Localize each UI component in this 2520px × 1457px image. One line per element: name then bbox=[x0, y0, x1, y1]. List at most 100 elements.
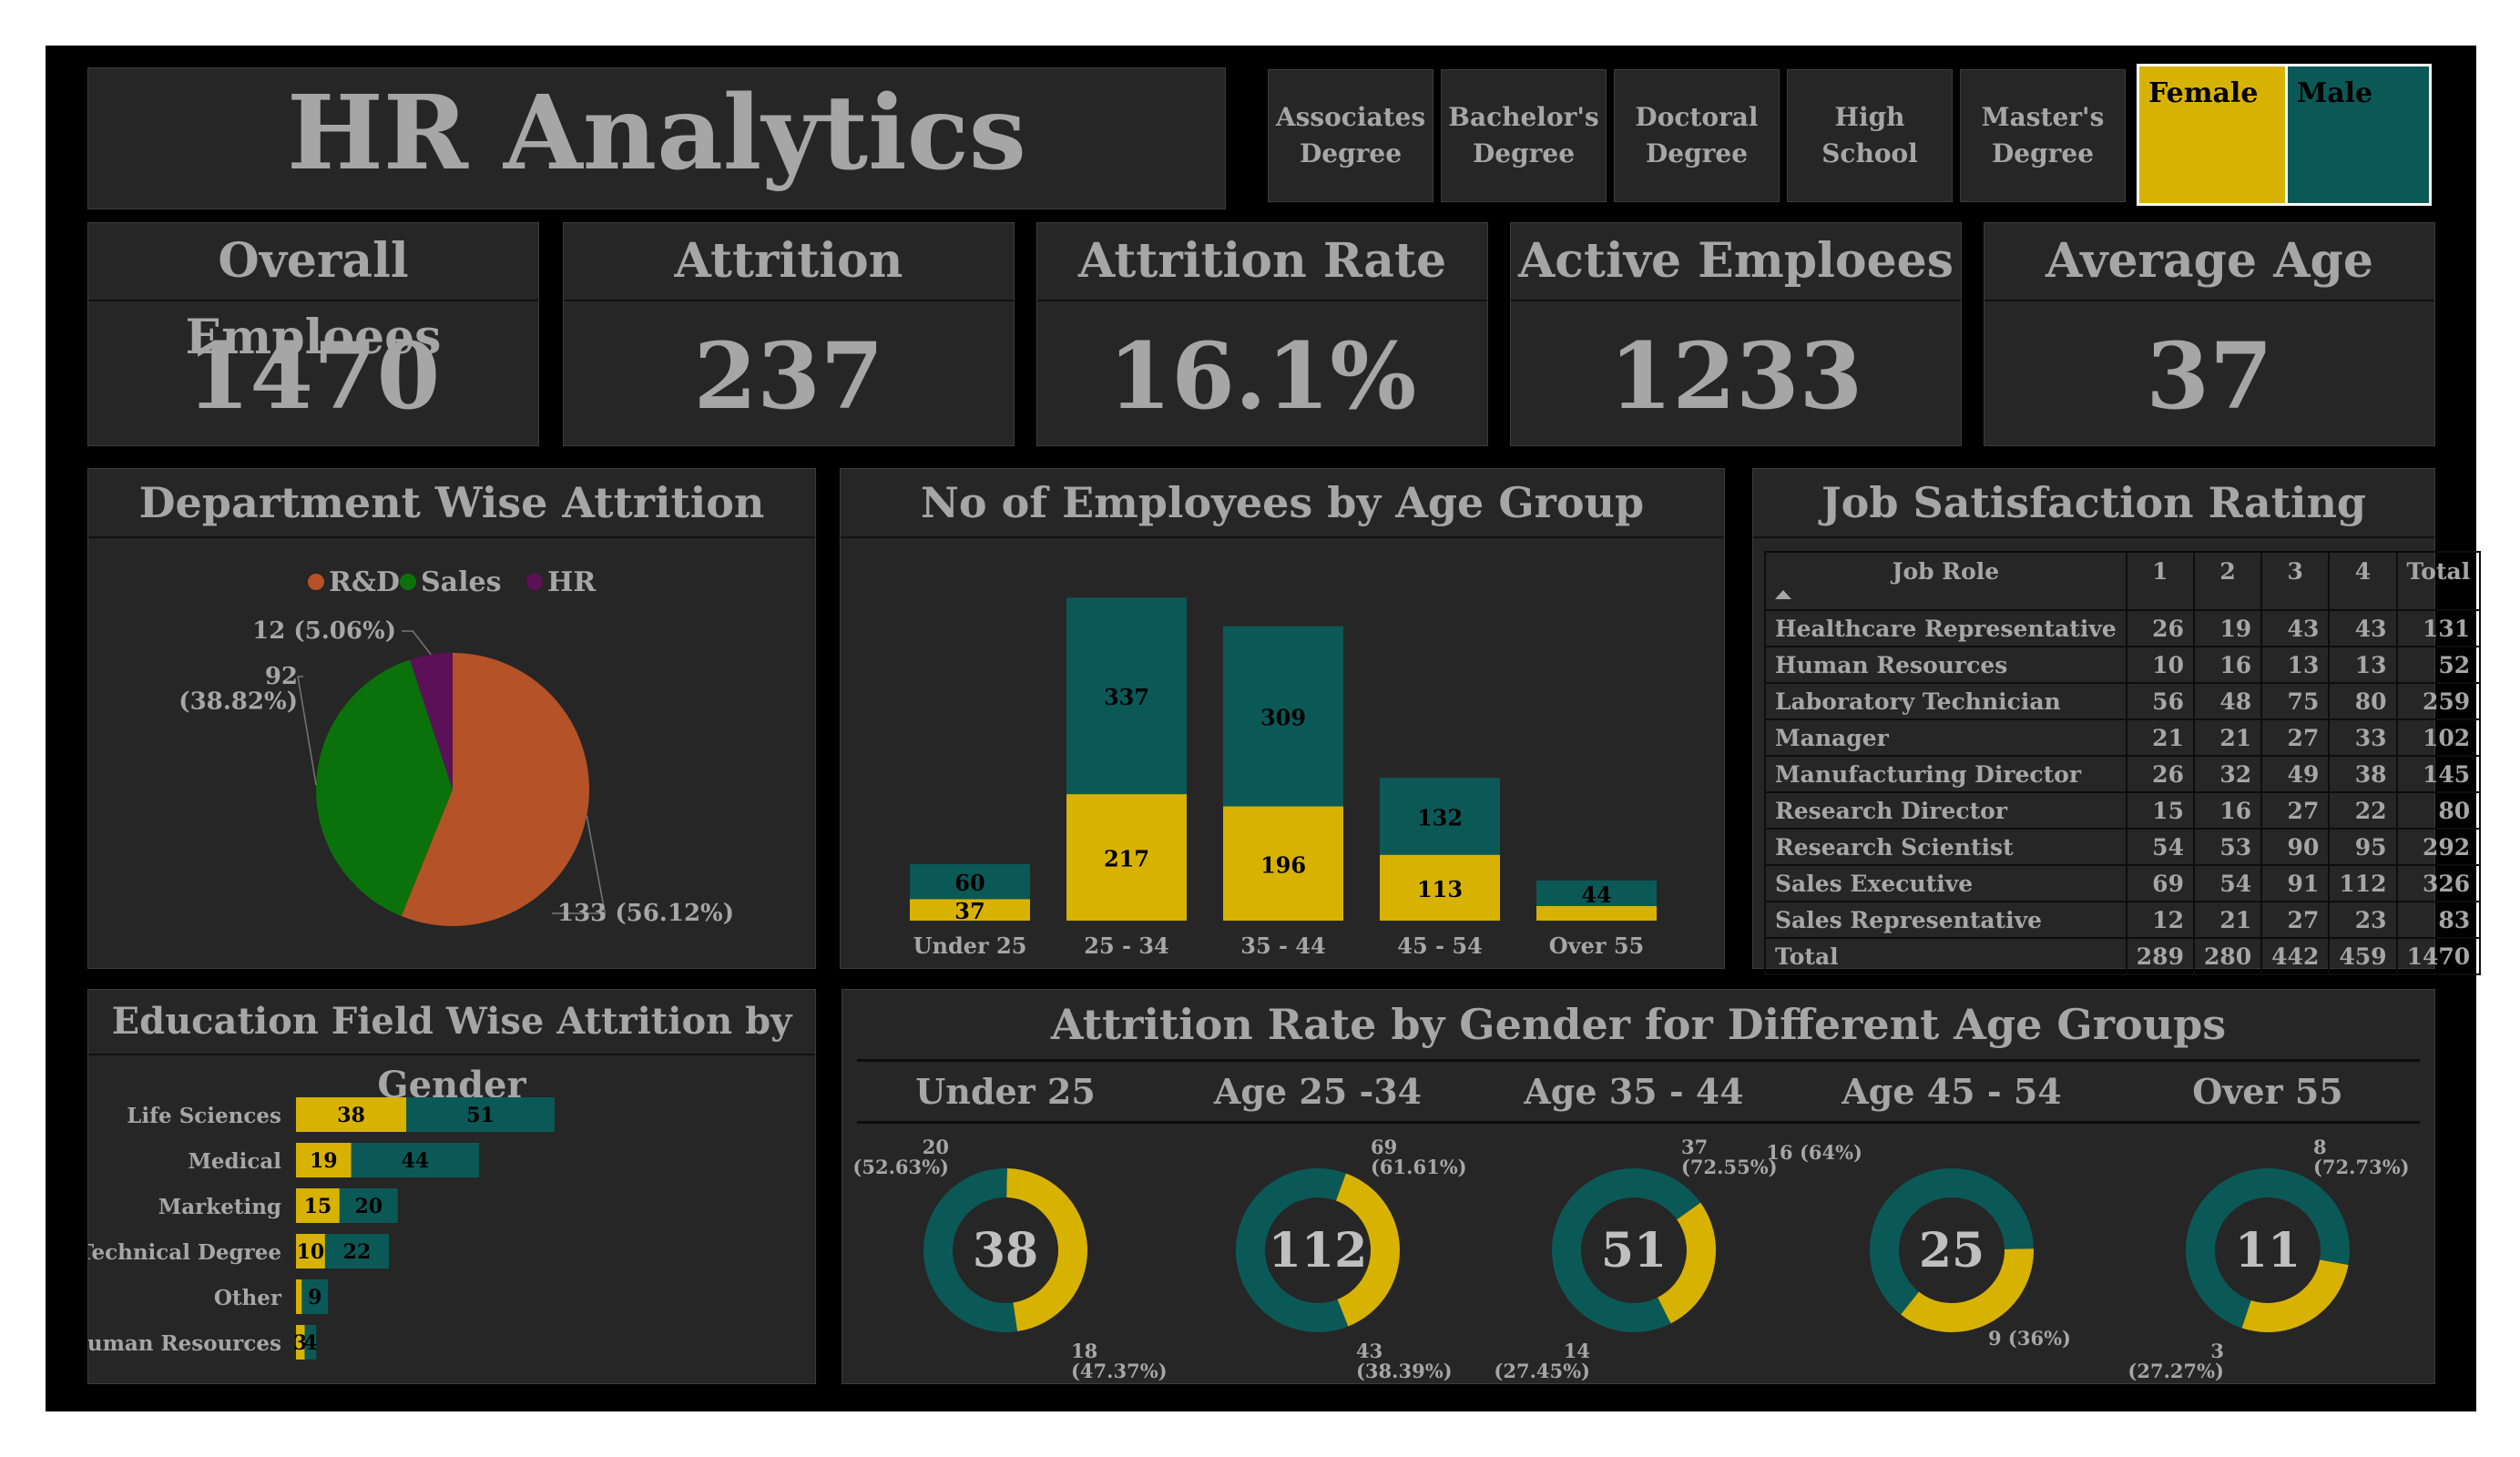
gender-male-button[interactable]: Male bbox=[2285, 66, 2429, 203]
bar-label: 60 bbox=[954, 870, 985, 896]
divider bbox=[857, 1059, 2420, 1062]
column-header[interactable]: 4 bbox=[2328, 551, 2398, 611]
row-label: Human Resources bbox=[1764, 646, 2127, 684]
gender-female-button[interactable]: Female bbox=[2139, 66, 2285, 203]
male-data-label: 16 (64%) bbox=[1766, 1141, 1862, 1164]
job-satisfaction-table: Job Role 1 2 3 4 Total Healthcare Representati… bbox=[1764, 551, 2482, 975]
slicer-masters[interactable]: Master's Degree bbox=[1960, 69, 2126, 202]
age-group-bar-chart[interactable]: 3760 Under 25 217 337 25 - 34 196 309 35 - 44 11… bbox=[841, 538, 1724, 966]
table-cell: 53 bbox=[2192, 828, 2263, 866]
table-row: Sales Representative 12 21 27 23 83 bbox=[1764, 901, 2482, 939]
sort-ascending-icon bbox=[1775, 590, 1791, 599]
gender-age-donut-charts[interactable]: 3820(52.63%)18(47.37%)11269(61.61%)43(38… bbox=[842, 1126, 2434, 1381]
donut-center-value: 25 bbox=[1919, 1223, 1984, 1279]
bar-label: 10 bbox=[297, 1240, 325, 1264]
data-label: (38.82%) bbox=[179, 688, 298, 715]
table-cell: 15 bbox=[2125, 791, 2195, 830]
table-cell: 292 bbox=[2395, 828, 2482, 866]
row-label: Total bbox=[1764, 937, 2127, 975]
row-label: Research Scientist bbox=[1764, 828, 2127, 866]
table-row: Human Resources 10 16 13 13 52 bbox=[1764, 646, 2482, 684]
row-label: Healthcare Representative bbox=[1764, 609, 2127, 647]
kpi-value: 237 bbox=[693, 322, 884, 430]
table-cell: 326 bbox=[2395, 864, 2482, 902]
table-cell: 131 bbox=[2395, 609, 2482, 647]
x-tick-label: 25 - 34 bbox=[1084, 932, 1168, 959]
table-cell: 12 bbox=[2125, 901, 2195, 939]
data-label: 92 bbox=[265, 663, 298, 690]
x-tick-label: Over 55 bbox=[1549, 932, 1645, 959]
table-row: Total 289 280 442 459 1470 bbox=[1764, 937, 2482, 975]
bar-label: 22 bbox=[343, 1240, 372, 1264]
column-header[interactable]: 1 bbox=[2125, 551, 2195, 611]
donut-center-value: 11 bbox=[2235, 1223, 2301, 1279]
donut-center-value: 112 bbox=[1269, 1223, 1368, 1279]
row-label: Sales Executive bbox=[1764, 864, 2127, 902]
table-cell: 21 bbox=[2192, 901, 2263, 939]
column-header[interactable]: Job Role bbox=[1764, 551, 2127, 611]
age-group-title: Age 35 - 44 bbox=[1524, 1071, 1744, 1112]
table-cell: 54 bbox=[2192, 864, 2263, 902]
bar-label: 196 bbox=[1260, 851, 1306, 878]
y-tick-label: Life Sciences bbox=[127, 1104, 281, 1128]
page-title: HR Analytics bbox=[287, 74, 1026, 193]
slicer-bachelors[interactable]: Bachelor's Degree bbox=[1441, 69, 1607, 202]
table-cell: 54 bbox=[2125, 828, 2195, 866]
bar-label: 4 bbox=[303, 1331, 317, 1355]
table-header-row: Job Role 1 2 3 4 Total bbox=[1764, 551, 2482, 611]
bar-label: 19 bbox=[310, 1149, 338, 1173]
row-label: Manager bbox=[1764, 718, 2127, 757]
slicer-doctoral[interactable]: Doctoral Degree bbox=[1614, 69, 1780, 202]
male-data-label: (72.55%) bbox=[1681, 1156, 1778, 1178]
bar-label: 217 bbox=[1104, 846, 1149, 872]
table-cell: 43 bbox=[2328, 609, 2398, 647]
dashboard-frame: HR Analytics Associates Degree Bachelor'… bbox=[46, 46, 2482, 1411]
bar-label: 15 bbox=[304, 1195, 332, 1218]
kpi-label: Active Emploees bbox=[1511, 223, 1961, 301]
y-tick-label: Marketing bbox=[158, 1195, 281, 1219]
panel-title: No of Employees by Age Group bbox=[841, 469, 1724, 538]
slicer-label: Master's Degree bbox=[1981, 102, 2105, 168]
table-cell: 56 bbox=[2125, 682, 2195, 720]
table-cell: 10 bbox=[2125, 646, 2195, 684]
table-cell: 22 bbox=[2328, 791, 2398, 830]
legend-label: Sales bbox=[421, 566, 501, 598]
bar-label: 51 bbox=[466, 1104, 495, 1127]
table-cell: 33 bbox=[2328, 718, 2398, 757]
table-cell: 280 bbox=[2192, 937, 2263, 975]
bar-label: 44 bbox=[401, 1149, 429, 1173]
table-cell: 91 bbox=[2260, 864, 2331, 902]
table-cell: 69 bbox=[2125, 864, 2195, 902]
table-cell: 27 bbox=[2260, 901, 2331, 939]
kpi-label: Attrition Rate bbox=[1037, 223, 1487, 301]
gender-slicer: Female Male bbox=[2137, 64, 2432, 206]
table-cell: 27 bbox=[2260, 791, 2331, 830]
kpi-value: 1470 bbox=[186, 322, 441, 430]
panel-title: Education Field Wise Attrition by Gender bbox=[88, 990, 815, 1106]
table-cell: 75 bbox=[2260, 682, 2331, 720]
table-row: Manufacturing Director 26 32 49 38 145 bbox=[1764, 755, 2482, 793]
panel-title: Department Wise Attrition bbox=[88, 469, 815, 538]
age-group-title: Age 25 -34 bbox=[1213, 1071, 1423, 1112]
bar-label: 9 bbox=[308, 1286, 321, 1309]
table-row: Laboratory Technician 56 48 75 80 259 bbox=[1764, 682, 2482, 720]
table-cell: 1470 bbox=[2395, 937, 2482, 975]
bar-label: 37 bbox=[954, 898, 985, 924]
column-header[interactable]: 2 bbox=[2192, 551, 2263, 611]
table-cell: 442 bbox=[2260, 937, 2331, 975]
column-header[interactable]: 3 bbox=[2260, 551, 2331, 611]
dept-pie-chart[interactable]: R&D Sales HR 133 (56.12%) 92(38.82%) 12 (5.06… bbox=[88, 538, 815, 966]
slicer-high-school[interactable]: High School bbox=[1787, 69, 1953, 202]
table-cell: 32 bbox=[2192, 755, 2263, 793]
table-cell: 16 bbox=[2192, 646, 2263, 684]
kpi-card-attrition-rate: Attrition Rate 16.1% bbox=[1036, 222, 1488, 446]
slicer-associates[interactable]: Associates Degree bbox=[1268, 69, 1433, 202]
row-label: Sales Representative bbox=[1764, 901, 2127, 939]
kpi-card-average-age: Average Age 37 bbox=[1984, 222, 2435, 446]
y-tick-label: Human Resources bbox=[88, 1331, 281, 1356]
age-group-panel: No of Employees by Age Group 37 60 Under 2… bbox=[840, 468, 1725, 969]
education-bar-chart[interactable]: Life Sciences 38 51 Medical 19 44 Marketing 15 2… bbox=[88, 1055, 815, 1381]
bar-label: 38 bbox=[337, 1104, 365, 1127]
table-row: Manager 21 21 27 33 102 bbox=[1764, 718, 2482, 757]
column-header[interactable]: Total bbox=[2395, 551, 2482, 611]
